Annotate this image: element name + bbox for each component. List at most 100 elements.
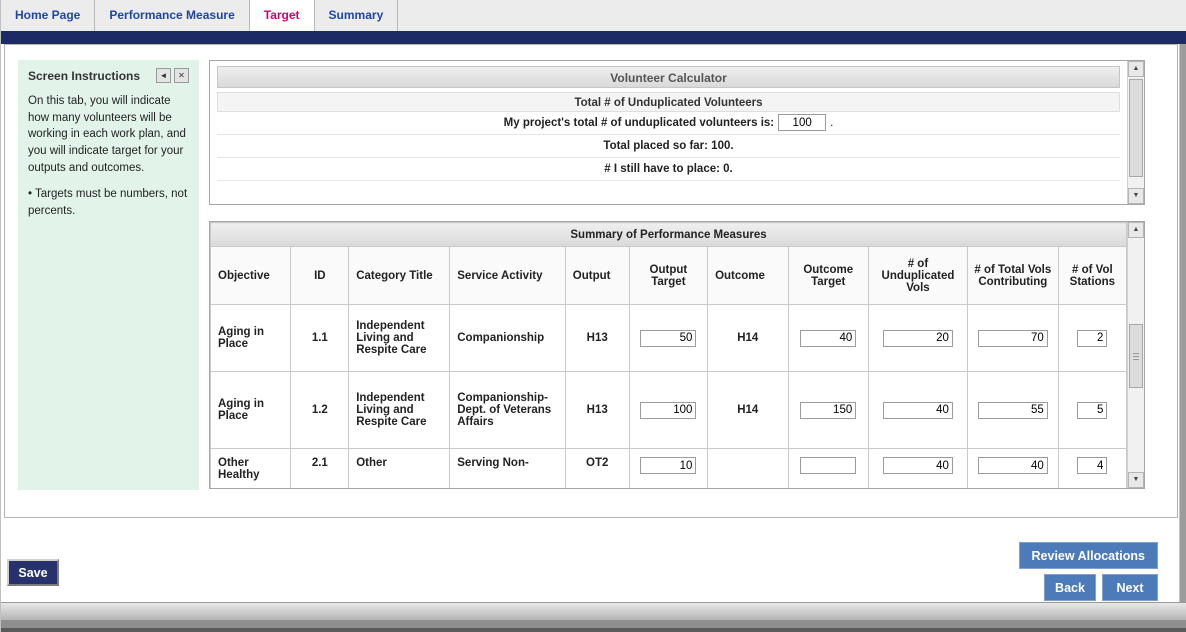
tab-bar: Home Page Performance Measure Target Sum… [1,0,1186,31]
instructions-text: On this tab, you will indicate how many … [28,93,189,176]
total-vols-input[interactable] [978,457,1048,474]
vol-stations-input[interactable] [1077,457,1107,474]
output-target-cell [629,372,707,449]
table-header-row: Objective ID Category Title Service Acti… [211,247,1127,305]
summary-scroll-track[interactable] [1128,238,1144,472]
unduplicated-vols-input[interactable] [883,402,953,419]
vol-stations-input[interactable] [1077,330,1107,347]
total-vols-cell [967,372,1058,449]
review-allocations-button[interactable]: Review Allocations [1019,542,1158,569]
outcome-target-input[interactable] [800,330,856,347]
vol-stations-input[interactable] [1077,402,1107,419]
content-frame: Screen Instructions ◄ ✕ On this tab, you… [4,44,1178,518]
next-button[interactable]: Next [1102,574,1158,601]
arrow-up-icon: ▲ [1133,65,1140,72]
instructions-close-button[interactable]: ✕ [174,68,189,83]
unduplicated-vols-cell [868,305,967,372]
summary-table-title: Summary of Performance Measures [211,223,1127,247]
total-vols-input[interactable] [978,330,1048,347]
column-header-total-vols-contributing: # of Total Vols Contributing [967,247,1058,305]
instructions-collapse-button[interactable]: ◄ [156,68,171,83]
unduplicated-vols-input[interactable] [883,330,953,347]
input-suffix-text: . [830,117,833,129]
output-target-cell [629,449,707,489]
output-cell: H13 [565,372,629,449]
summary-table-title-row: Summary of Performance Measures [211,223,1127,247]
back-button[interactable]: Back [1044,574,1096,601]
vol-stations-cell [1058,372,1126,449]
calculator-subtitle: Total # of Unduplicated Volunteers [217,92,1120,112]
column-header-output: Output [565,247,629,305]
tab-home-page[interactable]: Home Page [1,0,95,31]
screen-instructions-title: Screen Instructions [28,69,153,83]
service-activity-cell: Companionship-Dept. of Veterans Affairs [450,372,566,449]
performance-measures-table: Summary of Performance Measures Objectiv… [210,222,1127,488]
objective-cell: Aging in Place [211,305,291,372]
output-target-cell [629,305,707,372]
status-bar-bottom [1,628,1186,632]
arrow-down-icon: ▼ [1133,476,1140,483]
status-bar [1,602,1186,632]
status-bar-middle [1,620,1186,628]
outcome-target-input[interactable] [800,402,856,419]
outcome-cell: H14 [708,372,788,449]
service-activity-cell: Companionship [450,305,566,372]
column-header-output-target: Output Target [629,247,707,305]
unduplicated-vols-cell [868,372,967,449]
total-vols-cell [967,305,1058,372]
summary-scroll-down-button[interactable]: ▼ [1128,472,1144,488]
category-title-cell: Independent Living and Respite Care [349,305,450,372]
output-target-input[interactable] [640,330,696,347]
still-to-place-text: # I still have to place: 0. [217,158,1120,181]
summary-scroll-thumb[interactable] [1129,324,1143,388]
outcome-cell [708,449,788,489]
id-cell: 1.1 [291,305,349,372]
unduplicated-volunteers-row: My project's total # of unduplicated vol… [217,112,1120,135]
volunteer-calculator: Volunteer Calculator Total # of Unduplic… [210,61,1127,204]
page-right-scroll-gutter [1179,44,1186,602]
unduplicated-volunteers-input[interactable] [778,114,826,131]
objective-cell: Other Healthy [211,449,291,489]
save-button[interactable]: Save [7,559,59,586]
calculator-scroll-thumb[interactable] [1129,79,1143,177]
status-bar-top [1,602,1186,620]
calculator-title: Volunteer Calculator [217,66,1120,88]
id-cell: 2.1 [291,449,349,489]
tab-performance-measure[interactable]: Performance Measure [95,0,249,31]
column-header-service-activity: Service Activity [450,247,566,305]
output-target-input[interactable] [640,402,696,419]
outcome-target-input[interactable] [800,457,856,474]
column-header-id: ID [291,247,349,305]
screen-instructions-header: Screen Instructions ◄ ✕ [28,68,189,83]
table-row: Other Healthy 2.1 Other Serving Non- OT2 [211,449,1127,489]
service-activity-cell: Serving Non- [450,449,566,489]
output-cell: OT2 [565,449,629,489]
total-vols-input[interactable] [978,402,1048,419]
outcome-target-cell [788,449,868,489]
table-row: Aging in Place 1.1 Independent Living an… [211,305,1127,372]
tab-summary[interactable]: Summary [315,0,399,31]
arrow-up-icon: ▲ [1133,226,1140,233]
output-cell: H13 [565,305,629,372]
tab-target[interactable]: Target [250,0,315,31]
summary-table-container: Summary of Performance Measures Objectiv… [210,222,1127,488]
calculator-scroll-down-button[interactable]: ▼ [1128,188,1144,204]
output-target-input[interactable] [640,457,696,474]
summary-scrollbar[interactable]: ▲ ▼ [1127,222,1144,488]
outcome-cell: H14 [708,305,788,372]
summary-scroll-up-button[interactable]: ▲ [1128,222,1144,238]
calculator-scrollbar[interactable]: ▲ ▼ [1127,61,1144,204]
column-header-category-title: Category Title [349,247,450,305]
main-content: Volunteer Calculator Total # of Unduplic… [209,60,1145,489]
outcome-target-cell [788,372,868,449]
column-header-objective: Objective [211,247,291,305]
objective-cell: Aging in Place [211,372,291,449]
unduplicated-vols-input[interactable] [883,457,953,474]
calculator-scroll-up-button[interactable]: ▲ [1128,61,1144,77]
header-bar [1,31,1186,44]
screen-instructions-panel: Screen Instructions ◄ ✕ On this tab, you… [18,60,199,490]
category-title-cell: Independent Living and Respite Care [349,372,450,449]
id-cell: 1.2 [291,372,349,449]
calculator-scroll-track[interactable] [1128,77,1144,188]
category-title-cell: Other [349,449,450,489]
